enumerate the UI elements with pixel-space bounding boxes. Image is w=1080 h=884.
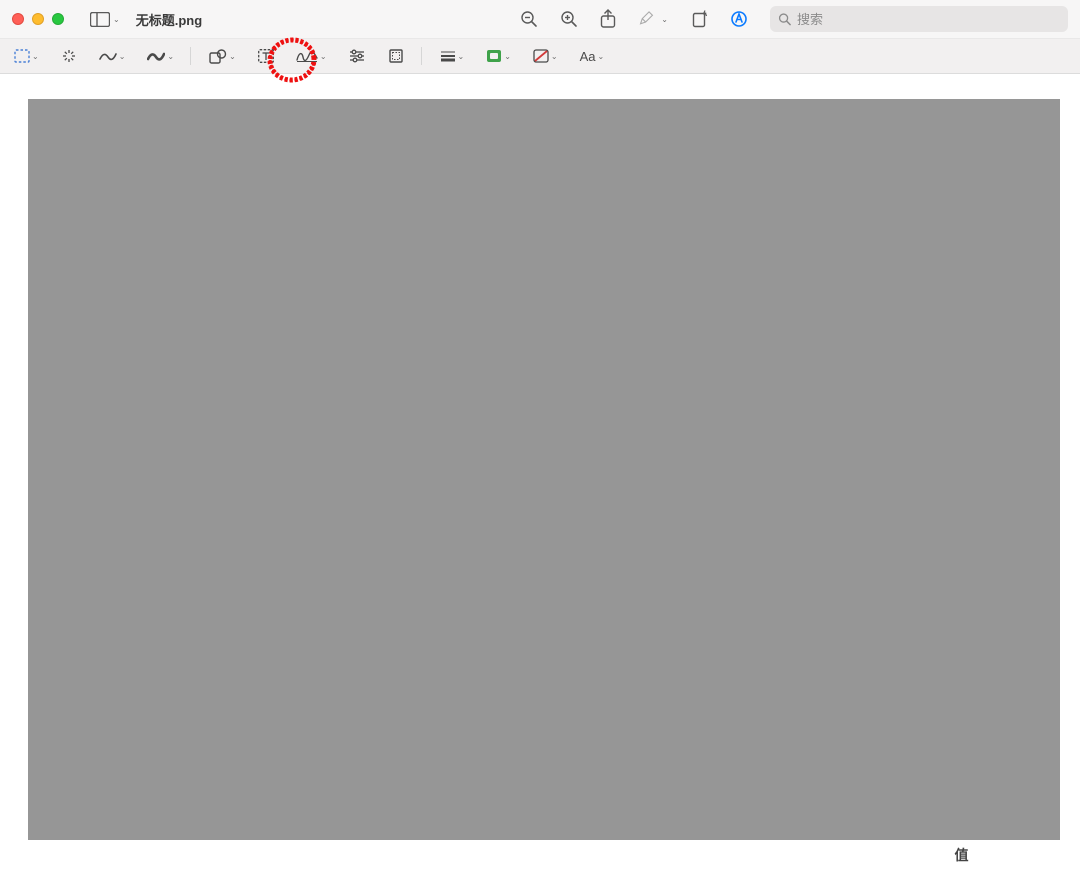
image-content[interactable] bbox=[28, 99, 1060, 840]
canvas-area[interactable] bbox=[0, 74, 1080, 884]
border-color-tool[interactable]: ⌄ bbox=[486, 49, 511, 63]
zoom-in-button[interactable] bbox=[560, 10, 578, 28]
window-controls bbox=[12, 13, 64, 25]
fill-color-tool[interactable]: ⌄ bbox=[533, 49, 558, 63]
watermark: 值 什么值得买 bbox=[947, 840, 1071, 870]
shapes-tool[interactable]: ⌄ bbox=[209, 49, 236, 64]
selection-rect-icon bbox=[14, 49, 30, 63]
close-window-button[interactable] bbox=[12, 13, 24, 25]
chevron-down-icon: ⌄ bbox=[320, 52, 327, 61]
markup-button[interactable] bbox=[730, 10, 748, 28]
sketch-icon bbox=[99, 49, 117, 63]
rotate-icon bbox=[690, 10, 708, 28]
shape-style-tool[interactable]: ⌄ bbox=[440, 50, 465, 62]
zoom-in-icon bbox=[560, 10, 578, 28]
chevron-down-icon: ⌄ bbox=[504, 52, 511, 61]
crop-icon bbox=[387, 48, 405, 64]
stroke-color-icon bbox=[486, 49, 502, 63]
chevron-down-icon: ⌄ bbox=[229, 52, 236, 61]
crop-tool[interactable] bbox=[387, 48, 405, 64]
text-style-label: Aa bbox=[580, 49, 596, 64]
sidebar-toggle-button[interactable]: ⌄ bbox=[90, 12, 120, 27]
chevron-down-icon: ⌄ bbox=[119, 52, 126, 61]
sketch-tool[interactable]: ⌄ bbox=[99, 49, 126, 63]
watermark-text: 什么值得买 bbox=[983, 843, 1071, 868]
shapes-icon bbox=[209, 49, 227, 64]
search-field[interactable] bbox=[770, 6, 1068, 32]
chevron-down-icon: ⌄ bbox=[551, 52, 558, 61]
zoom-out-button[interactable] bbox=[520, 10, 538, 28]
watermark-badge: 值 bbox=[947, 840, 977, 870]
chevron-down-icon: ⌄ bbox=[113, 15, 120, 24]
chevron-down-icon: ⌄ bbox=[32, 52, 39, 61]
draw-icon bbox=[147, 49, 165, 63]
search-icon bbox=[778, 12, 791, 26]
titlebar-right: ⌄ bbox=[520, 6, 1068, 32]
search-input[interactable] bbox=[797, 12, 1060, 27]
draw-tool[interactable]: ⌄ bbox=[147, 49, 174, 63]
zoom-out-icon bbox=[520, 10, 538, 28]
text-box-icon bbox=[258, 49, 274, 63]
signature-icon bbox=[296, 49, 318, 63]
text-tool[interactable] bbox=[258, 49, 274, 63]
chevron-down-icon: ⌄ bbox=[167, 52, 174, 61]
chevron-down-icon: ⌄ bbox=[661, 15, 668, 24]
instant-alpha-tool[interactable] bbox=[61, 48, 77, 64]
document-title: 无标题.png bbox=[136, 10, 202, 29]
line-style-icon bbox=[440, 50, 456, 62]
pencil-icon bbox=[638, 11, 654, 27]
minimize-window-button[interactable] bbox=[32, 13, 44, 25]
rotate-button[interactable] bbox=[690, 10, 708, 28]
selection-tool[interactable]: ⌄ bbox=[14, 49, 39, 63]
share-button[interactable] bbox=[600, 9, 616, 29]
highlight-dropdown[interactable]: ⌄ bbox=[638, 11, 668, 27]
share-icon bbox=[600, 9, 616, 29]
zoom-window-button[interactable] bbox=[52, 13, 64, 25]
text-style-tool[interactable]: Aa ⌄ bbox=[580, 49, 605, 64]
sidebar-icon bbox=[90, 12, 110, 27]
markup-icon bbox=[730, 10, 748, 28]
adjust-color-tool[interactable] bbox=[349, 49, 365, 63]
markup-toolbar: ⌄ ⌄ ⌄ bbox=[0, 38, 1080, 74]
magic-select-icon bbox=[61, 48, 77, 64]
fill-color-icon bbox=[533, 49, 549, 63]
sign-tool[interactable]: ⌄ bbox=[296, 49, 327, 63]
titlebar: ⌄ 无标题.png bbox=[0, 0, 1080, 38]
adjust-color-icon bbox=[349, 49, 365, 63]
chevron-down-icon: ⌄ bbox=[458, 52, 465, 61]
chevron-down-icon: ⌄ bbox=[598, 52, 605, 61]
